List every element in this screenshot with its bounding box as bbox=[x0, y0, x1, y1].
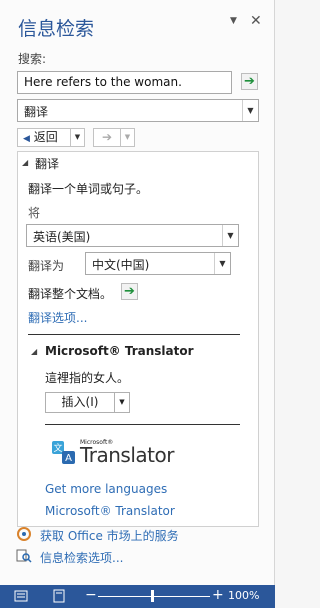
forward-button[interactable]: ➔ bbox=[93, 128, 121, 147]
collapse-triangle-icon[interactable]: ◢ bbox=[31, 347, 37, 356]
translator-logo: 文 A Microsoft® Translator bbox=[50, 439, 190, 467]
search-label: 搜索: bbox=[18, 52, 47, 66]
insert-dropdown[interactable]: ▼ bbox=[114, 392, 130, 413]
divider bbox=[45, 424, 240, 425]
from-language-select[interactable]: 英语(美国) ▼ bbox=[26, 224, 239, 247]
service-select-value: 翻译 bbox=[24, 105, 49, 119]
zoom-level[interactable]: 100% bbox=[228, 589, 259, 602]
collapse-triangle-icon[interactable]: ◢ bbox=[22, 158, 28, 167]
research-options-icon bbox=[16, 549, 32, 563]
to-language-select[interactable]: 中文(中国) ▼ bbox=[85, 252, 231, 275]
service-select[interactable]: 翻译 ▼ bbox=[17, 99, 259, 122]
to-label: 翻译为 bbox=[28, 259, 65, 273]
translation-options-link[interactable]: 翻译选项... bbox=[28, 309, 87, 326]
zoom-in-button[interactable]: + bbox=[212, 587, 224, 603]
back-arrow-icon: ◀ bbox=[23, 134, 30, 144]
print-layout-icon[interactable] bbox=[52, 589, 66, 603]
chevron-down-icon: ▼ bbox=[222, 225, 238, 246]
research-pane: 信息检索 ▼ ✕ 搜索: Here refers to the woman. ➔… bbox=[0, 0, 275, 585]
zoom-slider[interactable] bbox=[98, 596, 210, 597]
read-mode-icon[interactable] bbox=[14, 589, 28, 603]
provider-title: Microsoft® Translator bbox=[45, 344, 194, 358]
svg-text:文: 文 bbox=[53, 442, 62, 454]
forward-history-dropdown[interactable]: ▼ bbox=[121, 128, 135, 147]
close-button[interactable]: ✕ bbox=[250, 13, 262, 29]
provider-link[interactable]: Microsoft® Translator bbox=[45, 504, 175, 518]
logo-translator-text: Translator bbox=[80, 443, 174, 467]
search-input[interactable]: Here refers to the woman. bbox=[17, 71, 232, 94]
chevron-down-icon: ▼ bbox=[214, 253, 230, 274]
translate-document-go-button[interactable]: ➔ bbox=[121, 283, 138, 300]
svg-text:A: A bbox=[65, 453, 72, 464]
translate-description: 翻译一个单词或句子。 bbox=[28, 182, 149, 196]
back-button-label: 返回 bbox=[33, 130, 58, 144]
translator-logo-icon: 文 A bbox=[52, 441, 75, 464]
pane-options-button[interactable]: ▼ bbox=[230, 16, 237, 26]
insert-split-button[interactable]: 插入(I) ▼ bbox=[45, 392, 131, 413]
from-label: 将 bbox=[28, 206, 41, 220]
zoom-slider-thumb[interactable] bbox=[151, 590, 154, 602]
office-market-link[interactable]: 获取 Office 市场上的服务 bbox=[40, 527, 179, 544]
research-options-link[interactable]: 信息检索选项... bbox=[40, 549, 123, 566]
status-bar: − + 100% bbox=[0, 585, 275, 608]
from-language-value: 英语(美国) bbox=[33, 230, 91, 244]
results-panel: ◢ 翻译 翻译一个单词或句子。 将 英语(美国) ▼ 翻译为 中文(中国) ▼ … bbox=[17, 151, 259, 527]
search-go-button[interactable]: ➔ bbox=[241, 73, 258, 90]
back-history-dropdown[interactable]: ▼ bbox=[71, 128, 85, 147]
back-button[interactable]: ◀ 返回 bbox=[17, 128, 71, 147]
insert-button[interactable]: 插入(I) bbox=[45, 392, 115, 413]
pane-title: 信息检索 bbox=[18, 18, 95, 40]
translation-result: 這裡指的女人。 bbox=[45, 371, 130, 385]
get-more-languages-link[interactable]: Get more languages bbox=[45, 482, 167, 496]
to-language-value: 中文(中国) bbox=[92, 258, 150, 272]
divider bbox=[28, 334, 240, 335]
office-store-icon bbox=[17, 527, 31, 541]
translate-document-text: 翻译整个文档。 bbox=[28, 287, 113, 301]
section-title: 翻译 bbox=[35, 157, 60, 171]
chevron-down-icon: ▼ bbox=[242, 100, 258, 121]
zoom-out-button[interactable]: − bbox=[85, 587, 97, 603]
